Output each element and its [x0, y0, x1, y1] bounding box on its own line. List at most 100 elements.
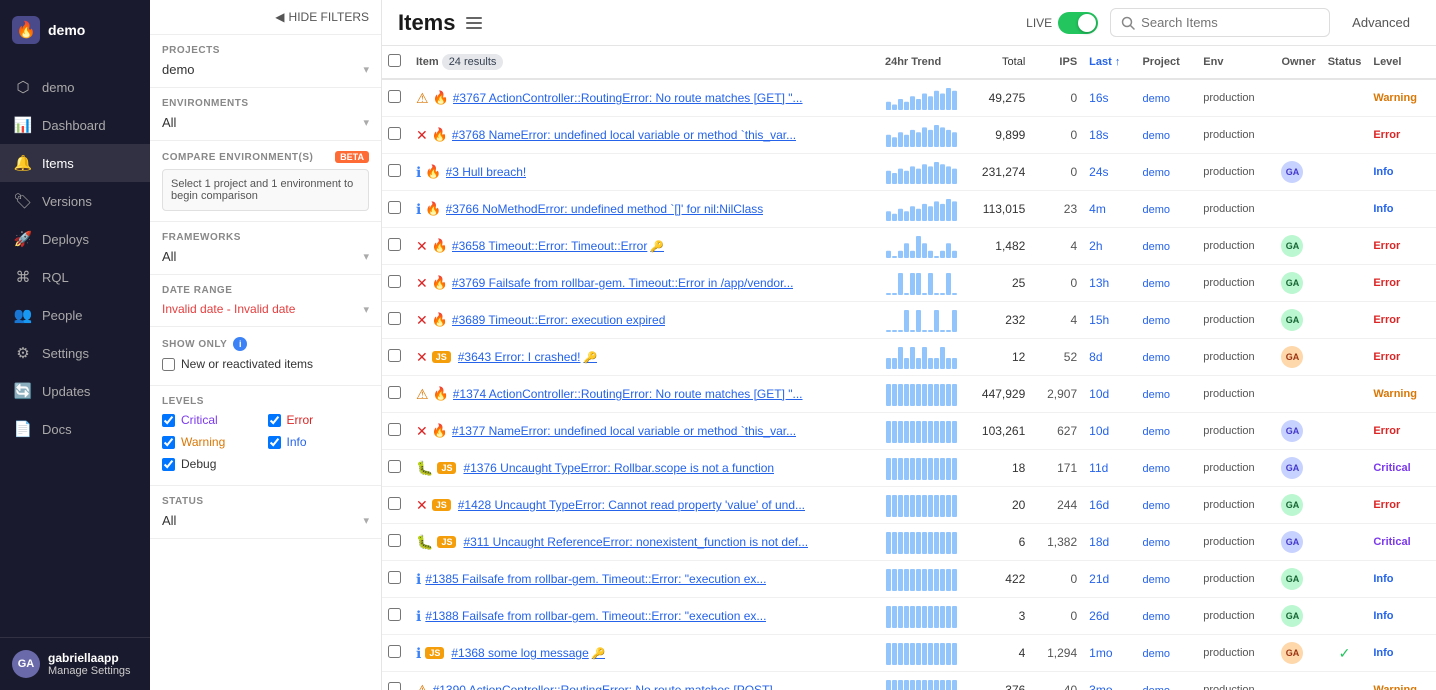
item-link[interactable]: #1385 Failsafe from rollbar-gem. Timeout… — [425, 572, 766, 586]
sidebar-item-updates[interactable]: 🔄 Updates — [0, 372, 150, 410]
sidebar-item-versions[interactable]: 🏷 Versions — [0, 182, 150, 220]
last-link[interactable]: 10d — [1089, 424, 1109, 438]
user-menu[interactable]: GA gabriellaapp Manage Settings — [12, 650, 138, 678]
project-link[interactable]: demo — [1142, 204, 1170, 216]
row-checkbox[interactable] — [388, 90, 401, 103]
sidebar-item-demo[interactable]: ⬡ demo — [0, 68, 150, 106]
last-link[interactable]: 13h — [1089, 276, 1109, 290]
new-reactivated-checkbox[interactable] — [162, 358, 175, 371]
row-checkbox[interactable] — [388, 645, 401, 658]
item-link[interactable]: #3658 Timeout::Error: Timeout::Error🔑 — [452, 239, 664, 253]
project-link[interactable]: demo — [1142, 685, 1170, 690]
row-checkbox[interactable] — [388, 127, 401, 140]
row-checkbox[interactable] — [388, 238, 401, 251]
item-link[interactable]: #1388 Failsafe from rollbar-gem. Timeout… — [425, 609, 766, 623]
owner-avatar: GA — [1281, 346, 1303, 368]
search-input[interactable] — [1141, 15, 1301, 30]
item-link[interactable]: #3689 Timeout::Error: execution expired — [452, 313, 665, 327]
row-checkbox[interactable] — [388, 312, 401, 325]
last-link[interactable]: 2h — [1089, 239, 1102, 253]
projects-select[interactable]: demo ▾ — [162, 62, 369, 77]
item-link[interactable]: #1374 ActionController::RoutingError: No… — [453, 387, 803, 401]
last-link[interactable]: 3mo — [1089, 683, 1112, 690]
project-link[interactable]: demo — [1142, 352, 1170, 364]
live-toggle[interactable] — [1058, 12, 1098, 34]
last-link[interactable]: 16d — [1089, 498, 1109, 512]
row-checkbox[interactable] — [388, 608, 401, 621]
sidebar-item-dashboard[interactable]: 📊 Dashboard — [0, 106, 150, 144]
last-link[interactable]: 26d — [1089, 609, 1109, 623]
sidebar-item-items[interactable]: 🔔 Items — [0, 144, 150, 182]
row-checkbox[interactable] — [388, 164, 401, 177]
select-all-checkbox[interactable] — [388, 54, 401, 67]
sidebar-item-deploys[interactable]: 🚀 Deploys — [0, 220, 150, 258]
item-link[interactable]: #3643 Error: I crashed!🔑 — [458, 350, 597, 364]
project-link[interactable]: demo — [1142, 426, 1170, 438]
row-checkbox[interactable] — [388, 534, 401, 547]
environments-select[interactable]: All ▾ — [162, 115, 369, 130]
project-link[interactable]: demo — [1142, 93, 1170, 105]
item-link[interactable]: #3767 ActionController::RoutingError: No… — [453, 91, 803, 105]
warning-checkbox[interactable] — [162, 436, 175, 449]
project-link[interactable]: demo — [1142, 500, 1170, 512]
row-checkbox[interactable] — [388, 275, 401, 288]
date-range-select[interactable]: Invalid date - Invalid date ▾ — [162, 302, 369, 316]
advanced-button[interactable]: Advanced — [1342, 9, 1420, 36]
row-checkbox[interactable] — [388, 201, 401, 214]
project-link[interactable]: demo — [1142, 463, 1170, 475]
debug-checkbox[interactable] — [162, 458, 175, 471]
status-select[interactable]: All ▾ — [162, 513, 369, 528]
row-checkbox[interactable] — [388, 423, 401, 436]
hide-filters-button[interactable]: ◀ HIDE FILTERS — [150, 0, 381, 35]
project-link[interactable]: demo — [1142, 389, 1170, 401]
last-link[interactable]: 8d — [1089, 350, 1102, 364]
last-link[interactable]: 24s — [1089, 165, 1108, 179]
project-link[interactable]: demo — [1142, 611, 1170, 623]
last-link[interactable]: 1mo — [1089, 646, 1112, 660]
item-link[interactable]: #3 Hull breach! — [446, 165, 527, 179]
row-checkbox[interactable] — [388, 349, 401, 362]
project-link[interactable]: demo — [1142, 241, 1170, 253]
project-link[interactable]: demo — [1142, 130, 1170, 142]
item-link[interactable]: #3768 NameError: undefined local variabl… — [452, 128, 796, 142]
last-link[interactable]: 4m — [1089, 202, 1106, 216]
last-link[interactable]: 18s — [1089, 128, 1108, 142]
error-checkbox[interactable] — [268, 414, 281, 427]
item-link[interactable]: #1368 some log message🔑 — [451, 646, 605, 660]
sidebar-item-rql[interactable]: ⌘ RQL — [0, 258, 150, 296]
item-link[interactable]: #1390 ActionController::RoutingError: No… — [433, 683, 783, 690]
sidebar-item-settings[interactable]: ⚙ Settings — [0, 334, 150, 372]
item-link[interactable]: #1377 NameError: undefined local variabl… — [452, 424, 796, 438]
row-checkbox[interactable] — [388, 386, 401, 399]
item-link[interactable]: #1376 Uncaught TypeError: Rollbar.scope … — [463, 461, 774, 475]
item-link[interactable]: #1428 Uncaught TypeError: Cannot read pr… — [458, 498, 805, 512]
last-link[interactable]: 10d — [1089, 387, 1109, 401]
last-link[interactable]: 16s — [1089, 91, 1108, 105]
project-link[interactable]: demo — [1142, 167, 1170, 179]
info-checkbox[interactable] — [268, 436, 281, 449]
project-link[interactable]: demo — [1142, 278, 1170, 290]
project-link[interactable]: demo — [1142, 574, 1170, 586]
project-link[interactable]: demo — [1142, 315, 1170, 327]
col-header-last[interactable]: Last ↑ — [1083, 46, 1136, 79]
row-checkbox[interactable] — [388, 460, 401, 473]
last-link[interactable]: 11d — [1089, 461, 1108, 475]
col-header-total[interactable]: Total — [963, 46, 1031, 79]
item-link[interactable]: #3766 NoMethodError: undefined method `[… — [446, 202, 764, 216]
project-link[interactable]: demo — [1142, 537, 1170, 549]
frameworks-select[interactable]: All ▾ — [162, 249, 369, 264]
critical-checkbox[interactable] — [162, 414, 175, 427]
item-link[interactable]: #3769 Failsafe from rollbar-gem. Timeout… — [452, 276, 794, 290]
app-logo[interactable]: 🔥 demo — [0, 0, 150, 60]
last-link[interactable]: 21d — [1089, 572, 1109, 586]
item-link[interactable]: #311 Uncaught ReferenceError: nonexisten… — [463, 535, 808, 549]
col-header-ips[interactable]: IPS — [1031, 46, 1083, 79]
last-link[interactable]: 15h — [1089, 313, 1109, 327]
row-checkbox[interactable] — [388, 682, 401, 690]
row-checkbox[interactable] — [388, 571, 401, 584]
row-checkbox[interactable] — [388, 497, 401, 510]
last-link[interactable]: 18d — [1089, 535, 1109, 549]
sidebar-item-docs[interactable]: 📄 Docs — [0, 410, 150, 448]
sidebar-item-people[interactable]: 👥 People — [0, 296, 150, 334]
project-link[interactable]: demo — [1142, 648, 1170, 660]
